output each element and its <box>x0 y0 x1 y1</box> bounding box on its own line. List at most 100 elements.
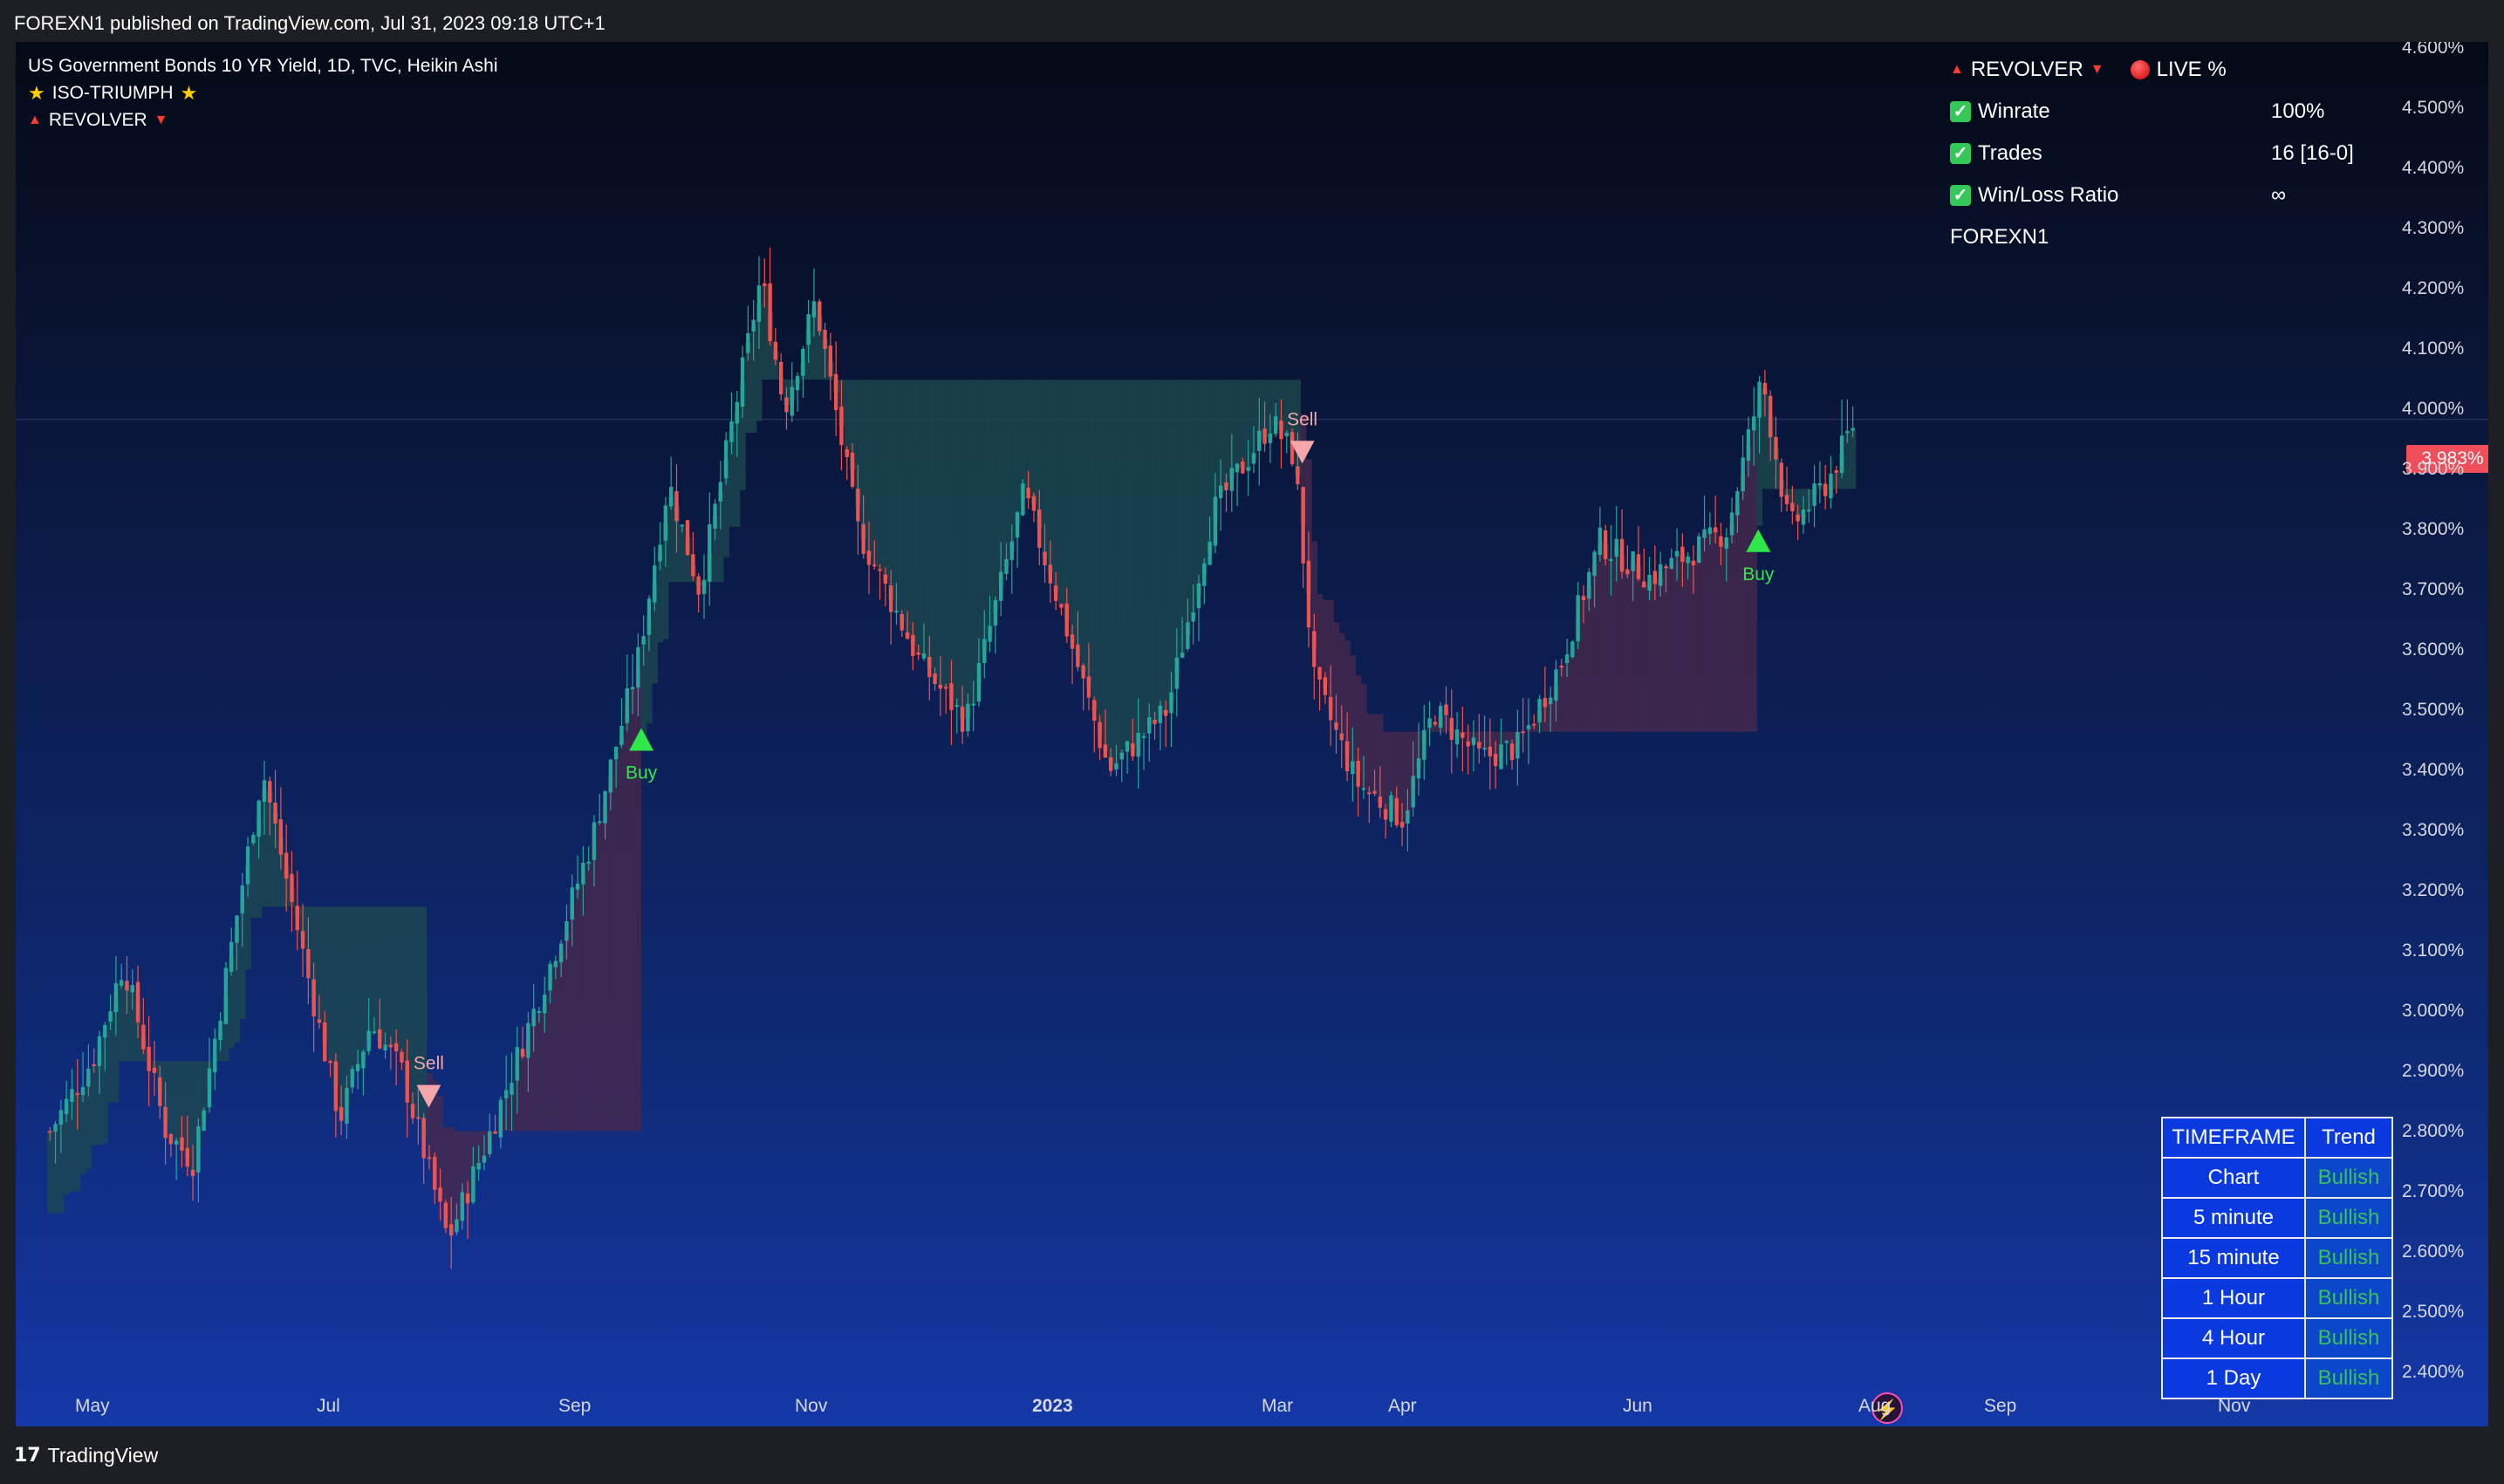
candle-body <box>1378 797 1383 808</box>
candle-body <box>141 1024 146 1050</box>
candle-body <box>1834 470 1838 473</box>
stats-value: 16 [16-0] <box>2271 141 2354 165</box>
candle-body <box>1136 732 1140 757</box>
trend-band-segment <box>1179 380 1186 655</box>
candle-body <box>933 673 937 685</box>
candle-body <box>1851 427 1855 431</box>
y-axis-tick: 4.200% <box>2402 278 2465 298</box>
table-header-timeframe: TIMEFRAME <box>2161 1117 2306 1159</box>
y-axis-tick: 2.800% <box>2402 1121 2465 1141</box>
candle-body <box>1103 744 1108 758</box>
candle-body <box>350 1069 354 1088</box>
candle-body <box>1724 537 1728 549</box>
trend-band-segment <box>937 380 944 687</box>
table-row: Chart Bullish <box>2161 1157 2393 1199</box>
trend-band-segment <box>992 380 999 613</box>
trend-cell: Bullish <box>2304 1317 2393 1359</box>
candle-body <box>339 1107 344 1121</box>
candle-body <box>503 1090 509 1098</box>
trend-band-segment <box>1119 380 1125 756</box>
trend-band-segment <box>1080 380 1087 673</box>
candle-body <box>510 1083 514 1095</box>
candle-body <box>833 373 838 411</box>
live-dot-icon <box>2130 60 2150 79</box>
candle-body <box>558 943 564 963</box>
trend-band-segment <box>91 1064 98 1145</box>
candle-body <box>966 703 970 732</box>
candle-body <box>1680 546 1685 562</box>
candle-body <box>740 357 745 407</box>
candle-body <box>1339 733 1344 741</box>
candle-body <box>548 963 552 991</box>
candle-body <box>1807 509 1811 512</box>
legend-indicator-iso[interactable]: ★ ISO-TRIUMPH ★ <box>28 79 497 106</box>
candle-body <box>856 489 860 522</box>
candle-body <box>763 283 767 286</box>
candle-body <box>630 687 635 690</box>
trend-band-segment <box>1603 544 1609 732</box>
star-icon: ★ <box>180 82 198 104</box>
candle-body <box>1515 732 1520 759</box>
trend-band-segment <box>915 380 922 654</box>
candle-body <box>784 397 789 413</box>
candle-body <box>1636 554 1641 579</box>
x-axis-tick: May <box>75 1396 110 1416</box>
trend-band-segment <box>339 906 345 1114</box>
trend-band-segment <box>948 380 955 697</box>
trend-band-segment <box>168 1061 174 1139</box>
candle-body <box>488 1131 492 1154</box>
y-axis-tick: 3.000% <box>2402 1001 2465 1021</box>
candle-body <box>1213 496 1218 546</box>
candle-body <box>262 780 267 802</box>
candle-body <box>1037 509 1042 548</box>
legend-symbol[interactable]: US Government Bonds 10 YR Yield, 1D, TVC… <box>28 52 497 79</box>
legend-indicator-revolver[interactable]: ▲ REVOLVER ▼ <box>28 106 497 133</box>
candle-body <box>1202 563 1207 586</box>
candle-body <box>92 1063 96 1066</box>
trend-band-segment <box>174 1061 180 1143</box>
trend-band-segment <box>585 862 592 1132</box>
candle-body <box>708 523 712 582</box>
candle-body <box>520 1049 525 1057</box>
candle-body <box>1224 482 1228 491</box>
candle-body <box>685 520 690 555</box>
x-axis-tick: Mar <box>1262 1396 1294 1416</box>
candle-body <box>823 330 827 350</box>
candle-body <box>278 819 284 855</box>
trend-band-segment <box>1190 380 1197 618</box>
trend-band-segment <box>79 1091 86 1174</box>
candle-body <box>1779 462 1783 497</box>
candle-body <box>668 487 674 507</box>
chart-area[interactable]: Sell Buy Sell Buy US Government Bonds 10 YR… <box>16 42 2488 1426</box>
candle-body <box>625 687 629 723</box>
y-axis-tick: 4.400% <box>2402 158 2465 178</box>
trend-band-segment <box>1135 380 1142 745</box>
candle-body <box>1614 538 1618 557</box>
candle-body <box>1372 790 1377 794</box>
candle-body <box>1784 495 1789 504</box>
candle-body <box>1543 698 1548 708</box>
trend-band-segment <box>1124 380 1131 747</box>
candle-body <box>58 1110 64 1125</box>
candle-body <box>531 1009 536 1027</box>
tradingview-logo[interactable]: 17 TradingView <box>14 1444 158 1467</box>
trend-band-segment <box>910 380 917 646</box>
candle-body <box>333 1061 339 1111</box>
candle-body <box>1043 551 1047 565</box>
candle-body <box>701 579 707 594</box>
star-icon: ★ <box>28 82 45 104</box>
candle-body <box>455 1219 459 1233</box>
candle-body <box>1290 432 1295 464</box>
candle-body <box>778 361 783 395</box>
candle-body <box>1713 527 1718 533</box>
timeframe-cell: 4 Hour <box>2161 1317 2306 1359</box>
trend-band-segment <box>1108 380 1114 764</box>
candle-body <box>1306 560 1311 628</box>
y-axis-tick: 3.600% <box>2402 639 2465 660</box>
candle-body <box>240 885 244 913</box>
candle-body <box>1719 536 1723 547</box>
candle-body <box>1619 538 1625 572</box>
candle-body <box>608 759 613 793</box>
candle-body <box>317 1019 322 1023</box>
candle-body <box>1070 634 1075 649</box>
